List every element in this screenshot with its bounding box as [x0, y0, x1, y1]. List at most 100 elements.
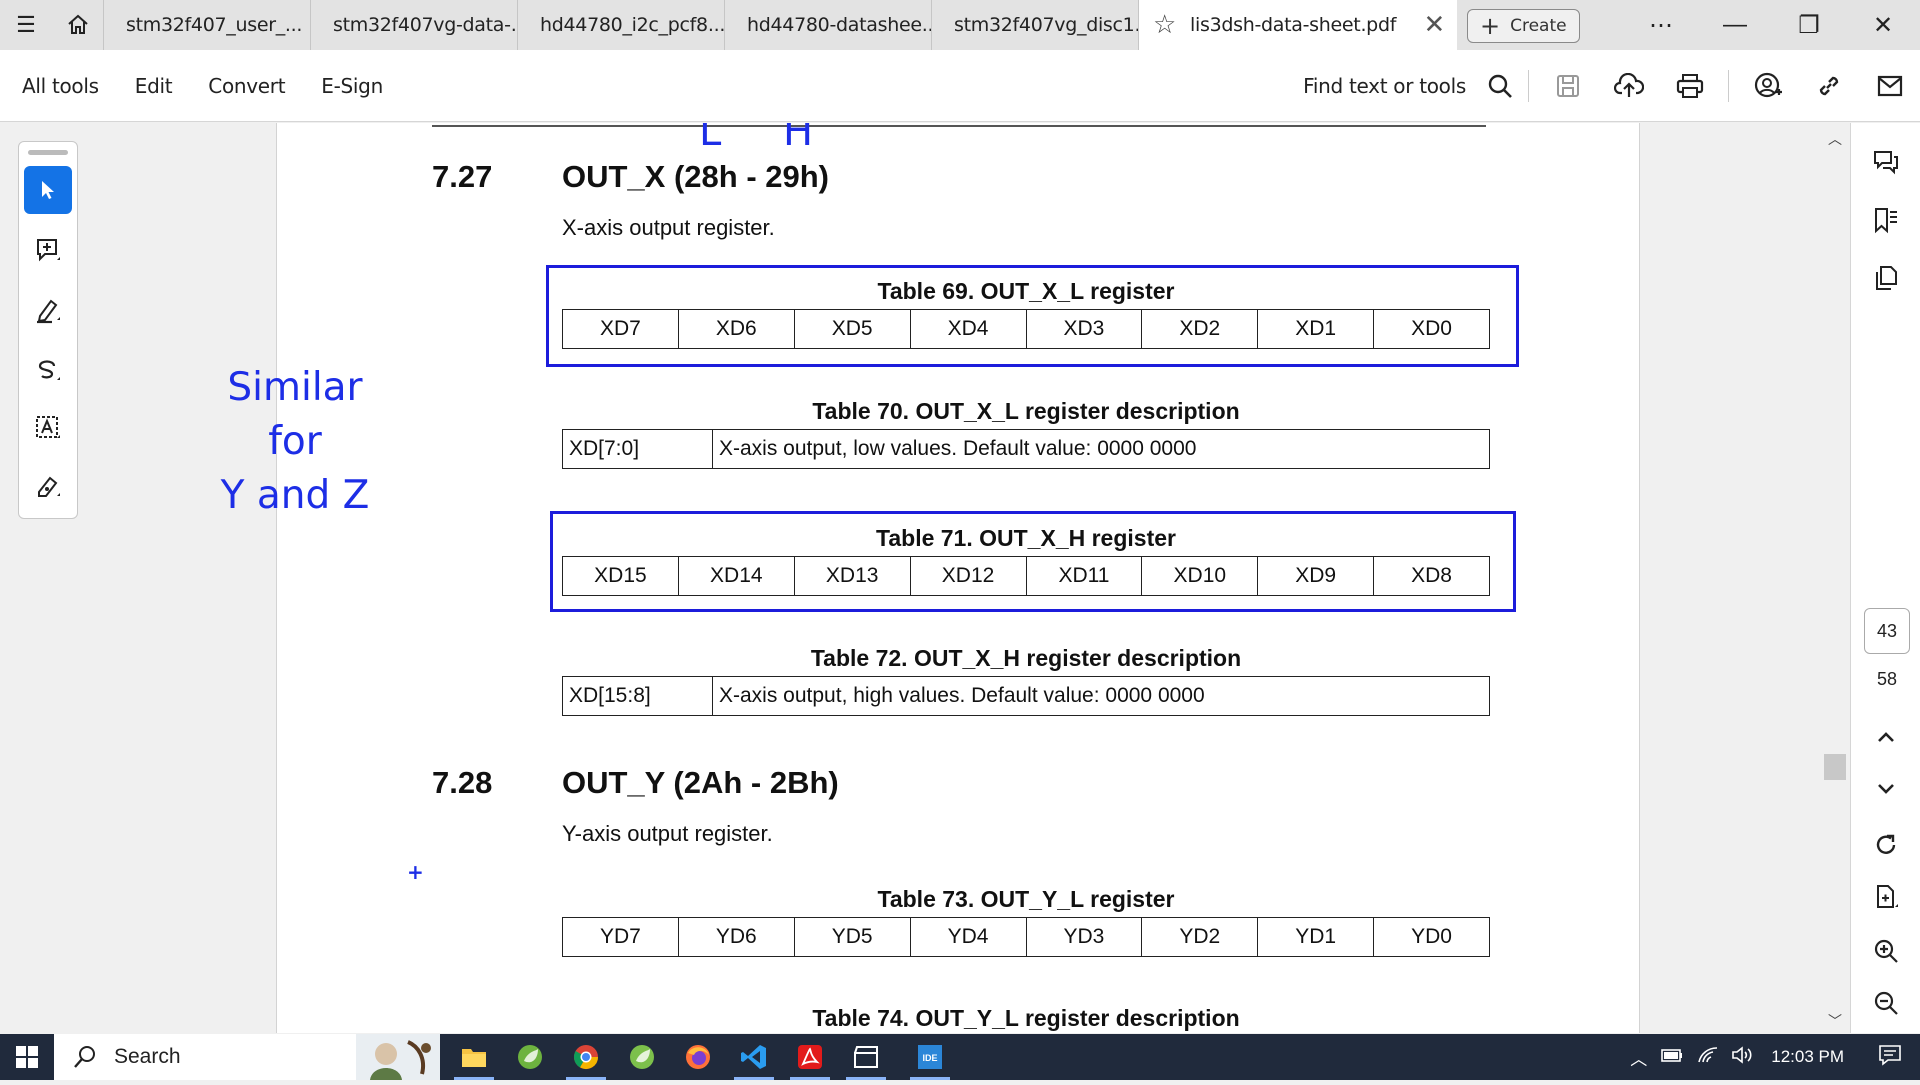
text-box-icon[interactable]	[24, 404, 72, 452]
section-description: X-axis output register.	[562, 215, 775, 240]
menu-all-tools[interactable]: All tools	[22, 74, 99, 98]
chrome-icon[interactable]	[558, 1034, 614, 1080]
system-tray: ︿ 12:03 PM	[1630, 1034, 1920, 1080]
search-highlight-image-icon[interactable]	[356, 1034, 440, 1080]
table-cell: XD10	[1141, 556, 1259, 596]
print-icon[interactable]	[1659, 73, 1720, 99]
table-72-caption: Table 72. OUT_X_H register description	[810, 645, 1242, 671]
plus-icon: +	[1480, 12, 1501, 40]
next-page-icon[interactable]	[1851, 767, 1920, 811]
menu-esign[interactable]: E-Sign	[321, 74, 383, 98]
tab-label: hd44780_i2c_pcf8...	[540, 14, 725, 36]
hamburger-menu-icon[interactable]: ☰	[0, 0, 52, 50]
volume-icon[interactable]	[1731, 1045, 1753, 1069]
table-70: XD[7:0] X-axis output, low values. Defau…	[562, 429, 1490, 469]
create-button[interactable]: + Create	[1467, 9, 1580, 43]
page-extract-icon[interactable]	[1851, 875, 1920, 919]
tab-lis3dsh-active[interactable]: ☆ lis3dsh-data-sheet.pdf ✕	[1139, 0, 1457, 50]
battery-icon[interactable]	[1661, 1047, 1683, 1068]
table-cell: XD8	[1373, 556, 1490, 596]
share-user-icon[interactable]	[1737, 72, 1798, 100]
table-69-caption: Table 69. OUT_X_L register	[877, 278, 1175, 304]
minimize-icon[interactable]: —	[1698, 0, 1772, 50]
table-cell: XD6	[677, 309, 795, 349]
file-explorer-icon[interactable]	[446, 1034, 502, 1080]
wifi-icon[interactable]	[1697, 1046, 1719, 1069]
more-options-icon[interactable]: ⋯	[1624, 0, 1698, 50]
clock-time[interactable]: 12:03 PM	[1771, 1047, 1844, 1067]
table-cell: YD7	[562, 917, 679, 957]
acrobat-icon[interactable]	[782, 1034, 838, 1080]
select-cursor-icon[interactable]	[24, 166, 72, 214]
page-thumbnails-icon[interactable]	[1851, 256, 1920, 300]
zoom-in-icon[interactable]	[1851, 929, 1920, 973]
menu-convert[interactable]: Convert	[208, 74, 285, 98]
windows-start-icon[interactable]	[0, 1034, 54, 1080]
search-icon[interactable]	[1480, 73, 1520, 99]
table-73: YD7 YD6 YD5 YD4 YD3 YD2 YD1 YD0	[562, 917, 1490, 957]
bookmarks-icon[interactable]	[1851, 198, 1920, 242]
scrollbar-thumb[interactable]	[1824, 754, 1846, 780]
tab-hd44780-datasheet[interactable]: hd44780-datashee...	[725, 0, 932, 50]
sign-pen-icon[interactable]	[24, 462, 72, 510]
table-71-caption: Table 71. OUT_X_H register	[876, 525, 1176, 551]
table-cell: YD5	[793, 917, 911, 957]
upload-cloud-icon[interactable]	[1598, 73, 1659, 99]
current-page-input[interactable]: 43	[1864, 608, 1910, 654]
taskbar-search-label: Search	[114, 1045, 181, 1068]
link-icon[interactable]	[1798, 73, 1859, 99]
show-hidden-icons-icon[interactable]: ︿	[1630, 1045, 1647, 1070]
table-cell: YD1	[1257, 917, 1375, 957]
tab-stm32f407vg-disc1[interactable]: stm32f407vg_disc1...	[932, 0, 1139, 50]
add-comment-icon[interactable]	[24, 226, 72, 274]
table-cell: YD4	[909, 917, 1027, 957]
table-69: XD7 XD6 XD5 XD4 XD3 XD2 XD1 XD0	[562, 309, 1490, 349]
ink-dot-plus: +	[407, 860, 424, 884]
spring-app-icon[interactable]	[502, 1034, 558, 1080]
table-cell: XD11	[1025, 556, 1143, 596]
tab-stm32f407-user[interactable]: stm32f407_user_...	[104, 0, 311, 50]
firefox-icon[interactable]	[670, 1034, 726, 1080]
stm32cube-ide-icon[interactable]: IDE	[902, 1034, 958, 1080]
spring-tools-icon[interactable]	[614, 1034, 670, 1080]
table-74-caption: Table 74. OUT_Y_L register description	[812, 1005, 1240, 1031]
restore-icon[interactable]: ❐	[1772, 0, 1846, 50]
previous-page-icon[interactable]	[1851, 715, 1920, 759]
table-cell: XD[7:0]	[562, 429, 713, 469]
notifications-icon[interactable]	[1878, 1044, 1902, 1071]
save-icon[interactable]	[1537, 73, 1598, 99]
panel-grip[interactable]	[28, 150, 68, 155]
refresh-icon[interactable]	[1851, 823, 1920, 867]
window-close-icon[interactable]: ✕	[1846, 0, 1920, 50]
scroll-up-icon[interactable]: ︿	[1828, 129, 1842, 149]
total-pages: 58	[1876, 669, 1898, 689]
email-icon[interactable]	[1859, 75, 1920, 97]
taskbar-search-box[interactable]: Search	[54, 1034, 440, 1080]
menu-edit[interactable]: Edit	[135, 74, 173, 98]
table-cell: YD3	[1025, 917, 1143, 957]
vertical-scrollbar[interactable]: ︿ ﹀	[1822, 123, 1848, 1033]
table-71: XD15 XD14 XD13 XD12 XD11 XD10 XD9 XD8	[562, 556, 1490, 596]
tab-stm32f407vg-data[interactable]: stm32f407vg-data-...	[311, 0, 518, 50]
tab-hd44780-i2c[interactable]: hd44780_i2c_pcf8...	[518, 0, 725, 50]
clapperboard-app-icon[interactable]	[838, 1034, 894, 1080]
tab-label: hd44780-datashee...	[747, 14, 932, 36]
section-number: 7.28	[432, 765, 493, 800]
quick-tools-panel	[18, 141, 78, 519]
table-cell: YD2	[1141, 917, 1259, 957]
table-cell: XD12	[909, 556, 1027, 596]
home-icon[interactable]	[52, 0, 104, 50]
highlight-pen-icon[interactable]	[24, 286, 72, 334]
document-viewport[interactable]: 7.27 OUT_X (28h - 29h) X-axis output reg…	[0, 123, 1850, 1033]
draw-freehand-icon[interactable]	[24, 346, 72, 394]
comments-icon[interactable]	[1851, 140, 1920, 184]
star-icon[interactable]: ☆	[1153, 10, 1176, 40]
ink-annotation-note: Similar for Y and Z	[195, 361, 395, 523]
find-text-label[interactable]: Find text or tools	[1303, 74, 1466, 98]
table-73-caption: Table 73. OUT_Y_L register	[877, 886, 1175, 912]
close-tab-icon[interactable]: ✕	[1424, 10, 1446, 40]
tab-label: stm32f407_user_...	[126, 14, 303, 36]
scroll-down-icon[interactable]: ﹀	[1828, 1011, 1842, 1031]
zoom-out-icon[interactable]	[1851, 981, 1920, 1025]
vscode-icon[interactable]	[726, 1034, 782, 1080]
